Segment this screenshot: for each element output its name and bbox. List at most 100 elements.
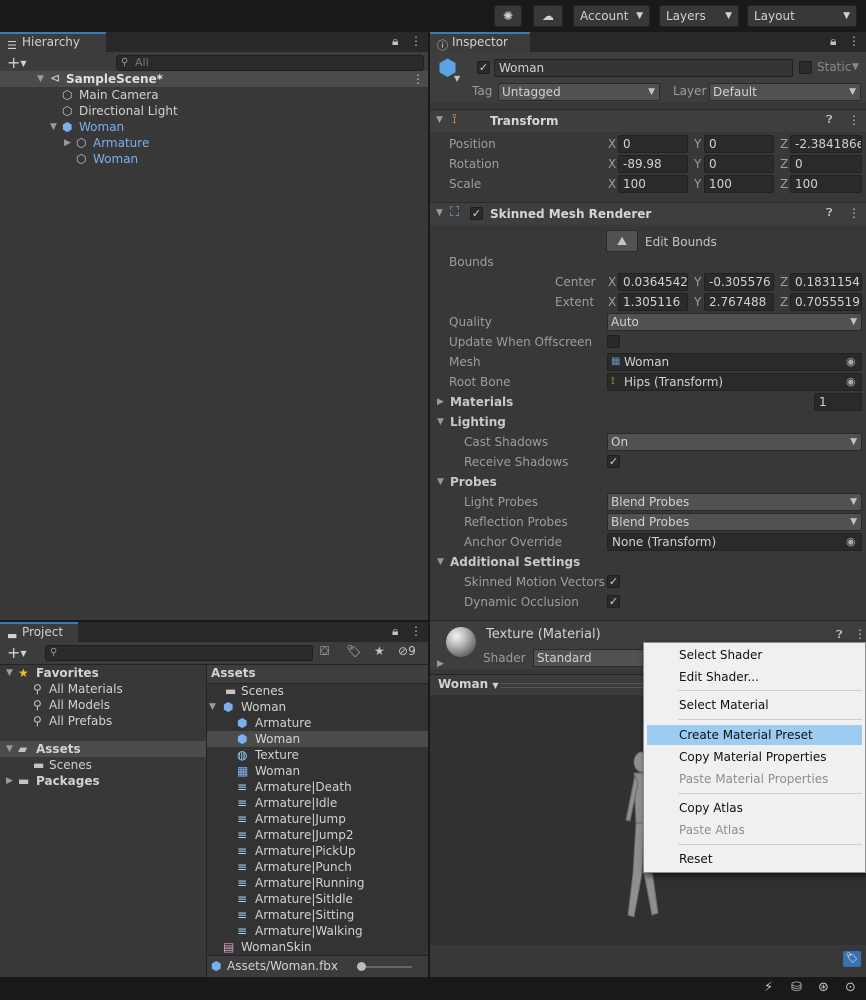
expand-triangle-icon[interactable]: ▼ — [6, 665, 13, 681]
update-offscreen-checkbox[interactable] — [607, 335, 620, 348]
expand-triangle-icon[interactable]: ▼ — [437, 417, 444, 427]
extent-x-field[interactable]: 1.305116 — [618, 293, 688, 311]
hierarchy-item-woman[interactable]: ▼ ⬢ Woman — [0, 119, 428, 135]
static-checkbox[interactable] — [799, 61, 812, 74]
skinned-motion-checkbox[interactable]: ✓ — [607, 575, 620, 588]
component-enabled-checkbox[interactable]: ✓ — [470, 207, 483, 220]
assets-folder-row[interactable]: ▼ ▰ Assets — [0, 741, 206, 757]
cache-server-icon[interactable]: ⛁ — [791, 980, 802, 995]
position-y-field[interactable]: 0 — [704, 135, 774, 153]
favorite-item-all-materials[interactable]: ⚲ All Materials — [0, 681, 206, 697]
reflection-probes-dropdown[interactable]: Blend Probes ▼ — [607, 513, 862, 531]
menu-item-reset[interactable]: Reset — [647, 849, 862, 869]
expand-triangle-icon[interactable]: ▼ — [436, 208, 443, 218]
position-x-field[interactable]: 0 — [618, 135, 688, 153]
mesh-object-field[interactable]: ▦ Woman ◉ — [607, 353, 862, 371]
collapsed-triangle-icon[interactable]: ▶ — [6, 773, 13, 789]
collapsed-triangle-icon[interactable]: ▶ — [437, 397, 444, 407]
progress-icon[interactable]: ⊛ — [818, 980, 829, 995]
help-icon[interactable]: ❓︎ — [836, 628, 843, 642]
layers-dropdown[interactable]: Layers ▼ — [659, 5, 739, 27]
more-options-icon[interactable]: ⋮ — [848, 113, 860, 127]
center-x-field[interactable]: 0.0364542 — [618, 273, 688, 291]
shader-dropdown[interactable]: Standard — [533, 649, 648, 667]
icon-size-slider-thumb[interactable] — [357, 962, 366, 971]
scale-x-field[interactable]: 100 — [618, 175, 688, 193]
collapsed-triangle-icon[interactable]: ▶ — [64, 135, 71, 151]
scale-z-field[interactable]: 100 — [790, 175, 862, 193]
center-z-field[interactable]: 0.1831154 — [790, 273, 862, 291]
preview-dropdown[interactable]: Woman ▼ — [438, 677, 499, 691]
menu-item-paste-material-properties[interactable]: Paste Material Properties — [647, 769, 862, 789]
lock-icon[interactable]: 🔒︎ — [392, 624, 398, 639]
menu-item-edit-shader[interactable]: Edit Shader... — [647, 667, 862, 687]
asset-row[interactable]: ≡ Armature|Death — [207, 779, 428, 795]
root-bone-object-field[interactable]: ⟟ Hips (Transform) ◉ — [607, 373, 862, 391]
quality-dropdown[interactable]: Auto ▼ — [607, 313, 862, 331]
create-add-button[interactable]: +▼ — [7, 643, 27, 662]
menu-item-create-material-preset[interactable]: Create Material Preset — [647, 725, 862, 745]
more-options-icon[interactable]: ⋮ — [848, 34, 860, 48]
extent-z-field[interactable]: 0.7055519 — [790, 293, 862, 311]
bug-slash-icon[interactable]: ⚡ — [764, 980, 773, 995]
help-icon[interactable]: ❓︎ — [826, 113, 833, 127]
hierarchy-item-armature[interactable]: ▶ ⬡ Armature — [0, 135, 428, 151]
cloud-button[interactable]: ☁ — [533, 5, 563, 27]
light-probes-dropdown[interactable]: Blend Probes ▼ — [607, 493, 862, 511]
hierarchy-item-directional-light[interactable]: ⬡ Directional Light — [0, 103, 428, 119]
more-options-icon[interactable]: ⋮ — [854, 627, 866, 641]
object-picker-icon[interactable]: ◉ — [846, 376, 858, 388]
active-checkbox[interactable]: ✓ — [477, 61, 490, 74]
asset-row[interactable]: ≡ Armature|Punch — [207, 859, 428, 875]
lock-icon[interactable]: 🔒︎ — [392, 34, 398, 49]
tab-project[interactable]: ▬ Project — [0, 622, 78, 642]
asset-row-selected[interactable]: ⬢ Woman — [207, 731, 428, 747]
expand-triangle-icon[interactable]: ▼ — [6, 741, 13, 757]
asset-row[interactable]: ◍ Texture — [207, 747, 428, 763]
create-add-button[interactable]: +▼ — [7, 53, 27, 72]
materials-count-field[interactable]: 1 — [814, 393, 862, 411]
expand-triangle-icon[interactable]: ▼ — [437, 477, 444, 487]
search-by-type-icon[interactable]: ⛋ — [320, 644, 329, 659]
menu-item-select-shader[interactable]: Select Shader — [647, 645, 862, 665]
lock-icon[interactable]: 🔒︎ — [830, 34, 836, 49]
collapsed-triangle-icon[interactable]: ▶ — [437, 659, 444, 669]
tag-dropdown[interactable]: Untagged ▼ — [498, 83, 660, 101]
layout-dropdown[interactable]: Layout ▼ — [747, 5, 857, 27]
menu-item-paste-atlas[interactable]: Paste Atlas — [647, 820, 862, 840]
asset-row[interactable]: ≡ Armature|Walking — [207, 923, 428, 939]
object-name-field[interactable]: Woman — [494, 59, 793, 77]
expand-triangle-icon[interactable]: ▼ — [436, 115, 443, 125]
asset-row[interactable]: ≡ Armature|PickUp — [207, 843, 428, 859]
hierarchy-item-main-camera[interactable]: ⬡ Main Camera — [0, 87, 428, 103]
dynamic-occlusion-checkbox[interactable]: ✓ — [607, 595, 620, 608]
object-picker-icon[interactable]: ◉ — [846, 536, 858, 548]
favorites-row[interactable]: ▼ ★ Favorites — [0, 665, 206, 681]
project-search-input[interactable]: ⚲ — [45, 645, 313, 661]
position-z-field[interactable]: -2.384186e — [790, 135, 862, 153]
layer-dropdown[interactable]: Default ▼ — [709, 83, 861, 101]
asset-row[interactable]: ≡ Armature|Sitting — [207, 907, 428, 923]
rotation-y-field[interactable]: 0 — [704, 155, 774, 173]
asset-row[interactable]: ▤ WomanSkin — [207, 939, 428, 955]
menu-item-select-material[interactable]: Select Material — [647, 695, 862, 715]
additional-settings-foldout[interactable]: Additional Settings — [450, 555, 580, 569]
account-dropdown[interactable]: Account ▼ — [573, 5, 650, 27]
skinned-mesh-renderer-header[interactable]: ▼ ⛶ ✓ Skinned Mesh Renderer ❓︎ ⋮ — [430, 202, 866, 225]
breadcrumb-label[interactable]: Assets — [211, 666, 256, 680]
asset-label-tag-icon[interactable]: 🏷︎ — [843, 951, 861, 967]
more-options-icon[interactable]: ⋮ — [410, 624, 422, 638]
object-picker-icon[interactable]: ◉ — [846, 356, 858, 368]
hidden-packages-toggle[interactable]: ⊘9 — [398, 644, 416, 658]
asset-row[interactable]: ≡ Armature|Idle — [207, 795, 428, 811]
favorite-item-all-models[interactable]: ⚲ All Models — [0, 697, 206, 713]
center-y-field[interactable]: -0.305576 — [704, 273, 774, 291]
favorite-star-icon[interactable]: ★ — [374, 644, 385, 658]
expand-triangle-icon[interactable]: ▼ — [437, 557, 444, 567]
menu-item-copy-material-properties[interactable]: Copy Material Properties — [647, 747, 862, 767]
expand-triangle-icon[interactable]: ▼ — [50, 119, 57, 135]
hierarchy-item-woman-mesh[interactable]: ⬡ Woman — [0, 151, 428, 167]
expand-triangle-icon[interactable]: ▼ — [209, 699, 216, 715]
receive-shadows-checkbox[interactable]: ✓ — [607, 455, 620, 468]
help-icon[interactable]: ❓︎ — [826, 206, 833, 220]
